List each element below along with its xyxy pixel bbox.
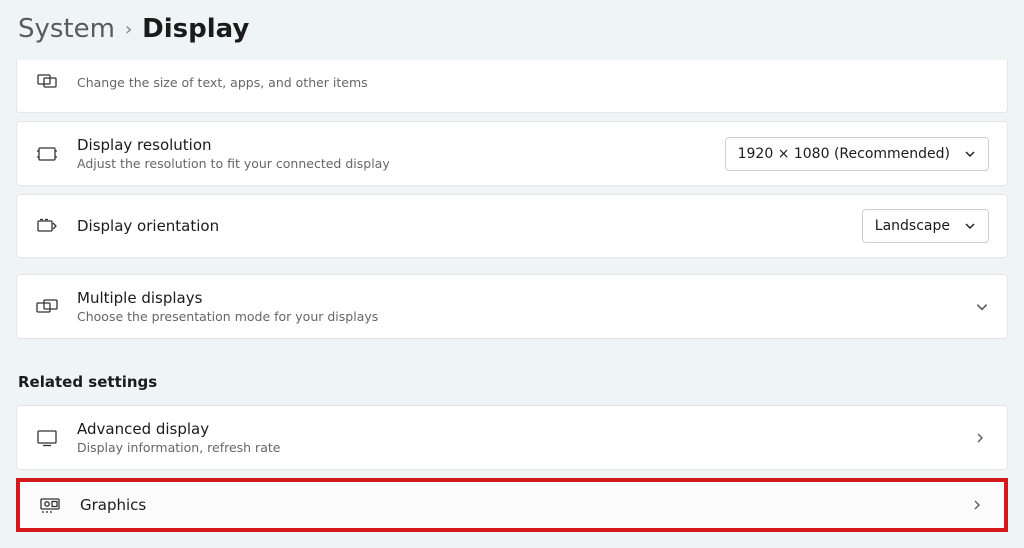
setting-title: Multiple displays — [77, 289, 957, 307]
setting-title: Display orientation — [77, 217, 844, 235]
dropdown-value: 1920 × 1080 (Recommended) — [738, 146, 950, 162]
setting-title: Advanced display — [77, 420, 953, 438]
related-row-graphics[interactable]: Graphics — [16, 478, 1008, 532]
chevron-right-icon — [968, 499, 986, 511]
setting-subtitle: Change the size of text, apps, and other… — [77, 75, 751, 90]
multiple-displays-icon — [35, 299, 59, 315]
chevron-down-icon — [975, 300, 989, 314]
orientation-dropdown[interactable]: Landscape — [862, 209, 989, 243]
setting-subtitle: Choose the presentation mode for your di… — [77, 309, 957, 324]
chevron-down-icon — [964, 220, 976, 232]
related-row-advanced-display[interactable]: Advanced display Display information, re… — [16, 405, 1008, 470]
section-related-settings: Related settings — [18, 373, 1006, 391]
orientation-icon — [35, 217, 59, 235]
setting-title: Graphics — [80, 496, 950, 514]
chevron-right-icon — [971, 432, 989, 444]
chevron-down-icon — [964, 148, 976, 160]
breadcrumb-parent[interactable]: System — [18, 14, 115, 44]
resolution-icon — [35, 146, 59, 162]
setting-row-resolution[interactable]: Display resolution Adjust the resolution… — [16, 121, 1008, 186]
monitor-icon — [35, 429, 59, 447]
resolution-dropdown[interactable]: 1920 × 1080 (Recommended) — [725, 137, 989, 171]
graphics-card-icon — [38, 496, 62, 514]
setting-subtitle: Adjust the resolution to fit your connec… — [77, 156, 707, 171]
dropdown-value: Landscape — [875, 218, 950, 234]
scale-icon — [35, 74, 59, 88]
breadcrumb-current: Display — [142, 14, 249, 44]
breadcrumb: System › Display — [16, 0, 1008, 60]
setting-row-scale[interactable]: Change the size of text, apps, and other… — [16, 60, 1008, 113]
setting-subtitle: Display information, refresh rate — [77, 440, 953, 455]
setting-title: Display resolution — [77, 136, 707, 154]
chevron-right-icon: › — [125, 19, 132, 40]
setting-row-orientation[interactable]: Display orientation Landscape — [16, 194, 1008, 258]
setting-row-multiple-displays[interactable]: Multiple displays Choose the presentatio… — [16, 274, 1008, 339]
